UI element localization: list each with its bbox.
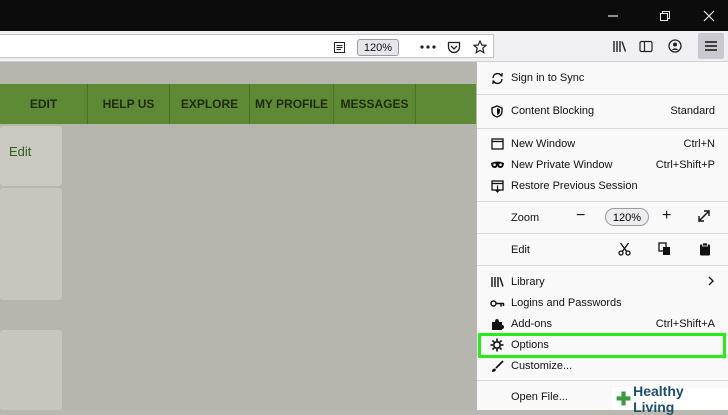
menu-addons-label: Add-ons [511,318,552,330]
menu-logins-passwords[interactable]: Logins and Passwords [477,293,728,313]
shield-icon [487,104,507,118]
new-private-window-shortcut: Ctrl+Shift+P [655,159,715,171]
menu-restore-session[interactable]: Restore Previous Session [477,176,728,196]
menu-restore-session-label: Restore Previous Session [511,180,638,192]
menu-library-label: Library [511,276,545,288]
menu-content-blocking[interactable]: Content Blocking Standard [477,101,728,121]
minimize-icon[interactable] [590,0,636,31]
library-icon[interactable] [607,31,631,61]
watermark-text: Healthy Living [633,383,684,415]
cut-icon[interactable] [618,242,631,261]
copy-icon[interactable] [658,242,671,261]
private-mask-icon [487,161,507,169]
puzzle-icon [487,318,507,331]
zoom-out-button[interactable]: − [576,207,585,225]
options-highlight [478,333,726,358]
menu-sign-in-to-sync[interactable]: Sign in to Sync [477,68,728,88]
edit-link[interactable]: Edit [9,144,31,159]
menu-new-window-label: New Window [511,138,576,150]
content-card [0,188,62,300]
menu-addons[interactable]: Add-ons Ctrl+Shift+A [477,314,728,334]
more-icon[interactable] [416,32,440,62]
menu-new-private-window-label: New Private Window [511,159,613,171]
url-bar[interactable]: 120% [0,34,494,58]
watermark-plus-icon: ✚ [616,388,632,409]
menu-content-blocking-label: Content Blocking [511,105,595,117]
content-blocking-value: Standard [670,105,715,117]
menu-customize-label: Customize... [511,360,573,372]
menu-customize[interactable]: Customize... [477,356,728,376]
menu-library[interactable]: Library [477,272,728,292]
new-window-icon [487,138,507,150]
zoom-reset-button[interactable]: 120% [605,208,649,226]
reader-view-icon[interactable] [327,32,351,62]
nav-help-us[interactable]: HELP US [88,84,170,124]
menu-new-private-window[interactable]: New Private Window Ctrl+Shift+P [477,155,728,175]
account-icon[interactable] [663,31,687,61]
key-icon [487,299,507,308]
restore-icon[interactable] [642,0,688,31]
menu-edit-row: Edit [477,240,728,260]
hamburger-menu-icon[interactable] [698,33,724,59]
browser-toolbar: 120% [0,31,728,62]
zoom-level-badge[interactable]: 120% [357,39,399,56]
bookmark-star-icon[interactable] [468,32,492,62]
fullscreen-icon[interactable] [697,209,711,228]
menu-zoom-row: Zoom [477,208,728,228]
nav-my-profile[interactable]: MY PROFILE [250,84,334,124]
window-titlebar [0,0,728,31]
content-card [0,330,62,410]
sidebar-icon[interactable] [634,31,658,61]
addons-shortcut: Ctrl+Shift+A [655,318,715,330]
zoom-in-button[interactable]: + [662,207,671,225]
chevron-right-icon [708,276,715,289]
nav-messages[interactable]: MESSAGES [334,84,416,124]
nav-edit[interactable]: EDIT [0,84,88,124]
menu-sign-in-label: Sign in to Sync [511,72,585,84]
menu-new-window[interactable]: New Window Ctrl+N [477,134,728,154]
menu-logins-label: Logins and Passwords [511,297,622,309]
pocket-icon[interactable] [442,32,466,62]
paste-icon[interactable] [699,242,711,261]
restore-session-icon [487,179,507,193]
library-menu-icon [487,276,507,288]
nav-explore[interactable]: EXPLORE [170,84,250,124]
close-icon[interactable] [686,0,728,31]
sync-icon [487,72,507,85]
new-window-shortcut: Ctrl+N [683,138,715,150]
healthy-living-watermark: ✚ Healthy Living [612,383,728,415]
paintbrush-icon [487,359,507,373]
